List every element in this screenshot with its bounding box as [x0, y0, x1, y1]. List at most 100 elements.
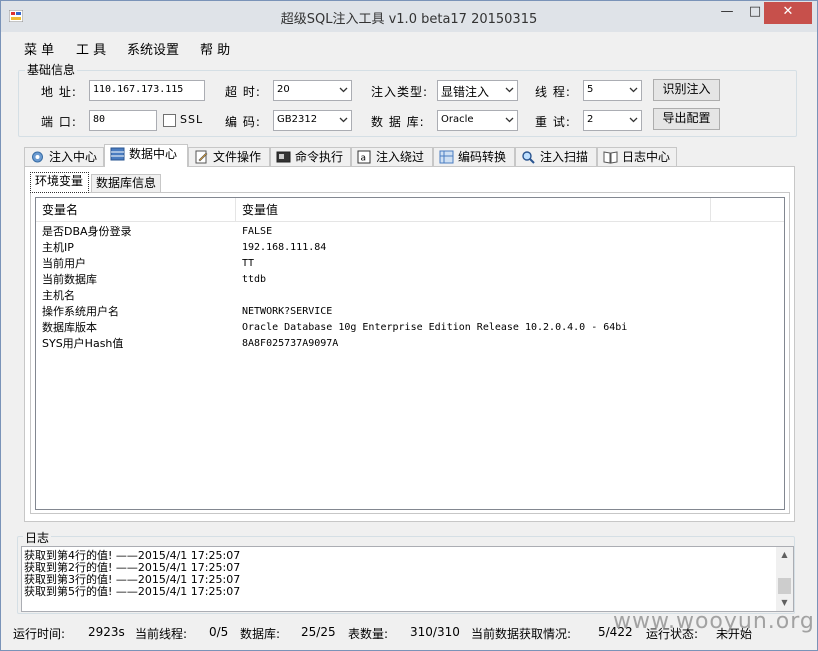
- tab-inject-center[interactable]: 注入中心: [24, 147, 104, 167]
- ssl-label: SSL: [180, 113, 204, 126]
- timeout-value: 20: [277, 84, 290, 95]
- tab-label: 文件操作: [213, 150, 262, 164]
- table-row[interactable]: 是否DBA身份登录 FALSE: [36, 224, 784, 240]
- chevron-down-icon: [629, 117, 638, 123]
- scroll-thumb[interactable]: [778, 578, 791, 594]
- tab-label: 命令执行: [295, 150, 344, 164]
- app-window: 超级SQL注入工具 v1.0 beta17 20150315 — □ ✕ 菜 单…: [0, 0, 818, 651]
- terminal-icon: [276, 151, 291, 163]
- menu-help[interactable]: 帮 助: [200, 39, 230, 58]
- column-header-name[interactable]: 变量名: [36, 198, 236, 222]
- variable-value-cell: 8A8F025737A9097A: [242, 338, 339, 349]
- tab-data-center[interactable]: 数据中心: [104, 144, 188, 167]
- text-box-icon: a: [357, 150, 371, 164]
- table-row[interactable]: 当前用户 TT: [36, 256, 784, 272]
- chevron-down-icon: [505, 117, 514, 123]
- encoding-label: 编 码:: [225, 115, 261, 129]
- encoding-value: GB2312: [277, 114, 318, 125]
- variable-name-cell: 当前用户: [42, 257, 86, 270]
- table-row[interactable]: 当前数据库 ttdb: [36, 272, 784, 288]
- tab-log-center[interactable]: 日志中心: [597, 147, 677, 167]
- gear-icon: [32, 151, 43, 163]
- tab-label: 注入扫描: [540, 150, 589, 164]
- runtime-value: 2923s: [88, 625, 125, 639]
- db-count-label: 数据库:: [240, 627, 281, 641]
- file-edit-icon: [195, 150, 208, 164]
- tab-file-ops[interactable]: 文件操作: [188, 147, 270, 167]
- tab-label: 注入绕过: [376, 150, 425, 164]
- tab-label: 编码转换: [458, 150, 507, 164]
- scroll-up-icon[interactable]: ▲: [776, 547, 793, 563]
- menu-bar: 菜 单 工 具 系统设置 帮 助: [1, 34, 817, 58]
- database-select[interactable]: Oracle: [437, 110, 518, 131]
- menu-tools[interactable]: 工 具: [76, 39, 106, 58]
- table-row[interactable]: 操作系统用户名 NETWORK?SERVICE: [36, 304, 784, 320]
- watermark: www.wooyun.org: [613, 609, 815, 634]
- table-row[interactable]: 数据库版本 Oracle Database 10g Enterprise Edit…: [36, 320, 784, 336]
- encoding-select[interactable]: GB2312: [273, 110, 352, 131]
- database-label: 数 据 库:: [371, 115, 425, 129]
- export-config-button[interactable]: 导出配置: [653, 108, 720, 130]
- table-count-value: 310/310: [410, 625, 460, 639]
- variable-value-cell: TT: [242, 258, 255, 269]
- ssl-checkbox[interactable]: [163, 114, 176, 127]
- minimize-button[interactable]: —: [713, 2, 741, 24]
- fetch-progress-label: 当前数据获取情况:: [471, 627, 572, 641]
- subtab-env-vars[interactable]: 环境变量: [30, 172, 89, 193]
- table-row[interactable]: 主机名: [36, 288, 784, 304]
- port-input[interactable]: 80: [89, 110, 157, 131]
- variable-name-cell: 主机IP: [42, 241, 74, 254]
- timeout-label: 超 时:: [225, 85, 261, 99]
- window-title: 超级SQL注入工具 v1.0 beta17 20150315: [280, 12, 538, 27]
- close-button[interactable]: ✕: [764, 2, 812, 24]
- list-header: 变量名 变量值: [36, 198, 784, 222]
- table-row[interactable]: 主机IP 192.168.111.84: [36, 240, 784, 256]
- tab-label: 注入中心: [49, 150, 98, 164]
- log-scrollbar[interactable]: ▲ ▼: [776, 547, 793, 611]
- subtab-db-info[interactable]: 数据库信息: [91, 174, 161, 193]
- table-row[interactable]: SYS用户Hash值 8A8F025737A9097A: [36, 336, 784, 352]
- retry-select[interactable]: 2: [583, 110, 642, 131]
- identify-injection-button[interactable]: 识别注入: [653, 79, 720, 101]
- variable-name-cell: 主机名: [42, 289, 75, 302]
- database-icon: [110, 147, 125, 161]
- inject-type-value: 显错注入: [441, 85, 490, 99]
- address-input[interactable]: 110.167.173.115: [89, 80, 205, 101]
- retry-value: 2: [587, 114, 594, 125]
- log-line: 获取到第5行的值! ——2015/4/1 17:25:07: [24, 585, 241, 598]
- log-title: 日志: [23, 529, 52, 546]
- chevron-down-icon: [505, 87, 514, 93]
- address-label: 地 址:: [41, 85, 77, 99]
- threads-status-value: 0/5: [209, 625, 229, 639]
- env-vars-list[interactable]: 变量名 变量值 是否DBA身份登录 FALSE 主机IP 192.168.111.84…: [35, 197, 785, 510]
- variable-value-cell: NETWORK?SERVICE: [242, 306, 333, 317]
- title-bar[interactable]: 超级SQL注入工具 v1.0 beta17 20150315 — □ ✕: [1, 1, 817, 32]
- tab-label: 日志中心: [622, 150, 671, 164]
- menu-main[interactable]: 菜 单: [24, 39, 54, 58]
- timeout-select[interactable]: 20: [273, 80, 352, 101]
- threads-select[interactable]: 5: [583, 80, 642, 101]
- threads-status-label: 当前线程:: [135, 627, 188, 641]
- search-icon: [522, 151, 535, 164]
- tab-inject-scan[interactable]: 注入扫描: [515, 147, 597, 167]
- grid-icon: [439, 150, 454, 164]
- chevron-down-icon: [629, 87, 638, 93]
- variable-value-cell: FALSE: [242, 226, 273, 237]
- tab-command-exec[interactable]: 命令执行: [270, 147, 351, 167]
- tab-inject-bypass[interactable]: a 注入绕过: [351, 147, 433, 167]
- variable-name-cell: SYS用户Hash值: [42, 337, 124, 350]
- tab-encoding-convert[interactable]: 编码转换: [433, 147, 515, 167]
- inject-type-select[interactable]: 显错注入: [437, 80, 518, 101]
- basic-info-legend: 基础信息: [25, 61, 78, 78]
- book-icon: [603, 151, 618, 164]
- variable-value-cell: ttdb: [242, 274, 267, 285]
- variable-value-cell: 192.168.111.84: [242, 242, 327, 253]
- log-textarea[interactable]: 获取到第4行的值! ——2015/4/1 17:25:07 获取到第2行的值! —…: [21, 546, 794, 612]
- database-value: Oracle: [441, 114, 474, 125]
- variable-name-cell: 操作系统用户名: [42, 305, 119, 318]
- column-header-value[interactable]: 变量值: [236, 198, 711, 222]
- menu-settings[interactable]: 系统设置: [127, 39, 179, 58]
- chevron-down-icon: [339, 87, 348, 93]
- variable-value-cell: Oracle Database 10g Enterprise Edition R…: [242, 322, 628, 333]
- variable-name-cell: 当前数据库: [42, 273, 97, 286]
